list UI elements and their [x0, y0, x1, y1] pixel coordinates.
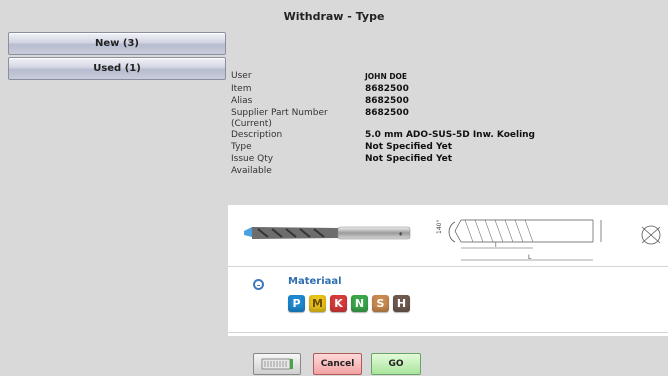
panel-divider — [228, 332, 668, 333]
material-badge-n: N — [351, 295, 368, 312]
keyboard-icon — [261, 358, 293, 370]
drill-tip-view — [641, 225, 661, 245]
description-value: 5.0 mm ADO-SUS-5D Inw. Koeling — [365, 130, 535, 140]
issue-qty-label: Issue Qty — [231, 154, 274, 164]
product-info-panel: ♦ 140° l L Materiaal P M K N S H — [228, 205, 668, 336]
angle-label: 140° — [436, 220, 443, 234]
type-label: Type — [231, 142, 252, 152]
material-badge-p: P — [288, 295, 305, 312]
new-items-button[interactable]: New (3) — [8, 32, 226, 55]
material-badge-h: H — [393, 295, 410, 312]
material-badge-s: S — [372, 295, 389, 312]
drill-photo: ♦ — [244, 226, 411, 240]
drill-technical-drawing: 140° l L — [436, 220, 602, 261]
keyboard-button[interactable] — [253, 353, 301, 375]
item-details: User JOHN DOE Item 8682500 Alias 8682500… — [231, 71, 535, 178]
cancel-button[interactable]: Cancel — [313, 353, 362, 375]
alias-label: Alias — [231, 96, 253, 106]
used-items-button[interactable]: Used (1) — [8, 57, 226, 80]
detail-row-supplier: Supplier Part Number (Current) 8682500 — [231, 108, 535, 130]
go-button[interactable]: GO — [371, 353, 421, 375]
description-label: Description — [231, 130, 283, 140]
available-label: Available — [231, 166, 272, 176]
item-label: Item — [231, 84, 252, 94]
detail-row-alias: Alias 8682500 — [231, 96, 535, 108]
user-label: User — [231, 71, 252, 81]
supplier-value: 8682500 — [365, 108, 409, 118]
product-images: ♦ 140° l L — [228, 205, 668, 267]
supplier-label: Supplier Part Number (Current) — [231, 108, 328, 129]
issue-qty-value: Not Specified Yet — [365, 154, 453, 164]
detail-row-issue-qty: Issue Qty Not Specified Yet — [231, 154, 535, 166]
material-heading: Materiaal — [288, 276, 342, 287]
material-badge-m: M — [309, 295, 326, 312]
material-badge-k: K — [330, 295, 347, 312]
material-badges: P M K N S H — [288, 295, 410, 312]
detail-row-available: Available — [231, 166, 535, 178]
item-value: 8682500 — [365, 84, 409, 94]
page-title: Withdraw - Type — [283, 10, 385, 23]
type-value: Not Specified Yet — [365, 142, 453, 152]
user-value: JOHN DOE — [365, 72, 408, 81]
detail-row-description: Description 5.0 mm ADO-SUS-5D Inw. Koeli… — [231, 130, 535, 142]
detail-row-item: Item 8682500 — [231, 84, 535, 96]
detail-row-type: Type Not Specified Yet — [231, 142, 535, 154]
svg-text:♦: ♦ — [398, 231, 403, 238]
alias-value: 8682500 — [365, 96, 409, 106]
detail-row-user: User JOHN DOE — [231, 71, 535, 84]
collapse-material-icon[interactable] — [253, 279, 264, 290]
